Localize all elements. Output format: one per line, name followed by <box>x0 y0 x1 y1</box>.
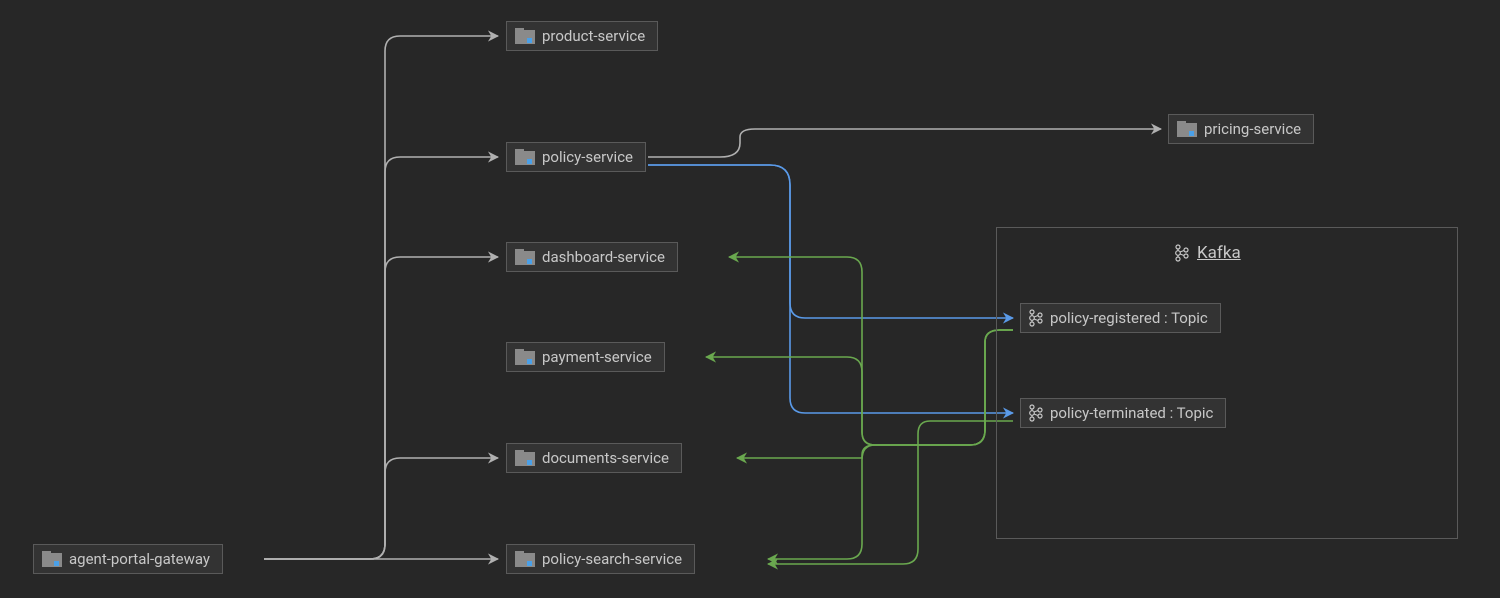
node-label: pricing-service <box>1204 120 1301 138</box>
edge-registered-dashboard <box>729 257 1013 445</box>
kafka-title-label: Kafka <box>1197 243 1241 263</box>
node-label: product-service <box>542 27 645 45</box>
edge-gateway-dashboard <box>264 257 498 559</box>
edge-registered-payment <box>706 330 1013 445</box>
folder-icon <box>515 149 535 165</box>
node-label: agent-portal-gateway <box>69 550 210 568</box>
folder-icon <box>42 551 62 567</box>
folder-icon <box>515 28 535 44</box>
edge-gateway-documents <box>264 458 498 559</box>
node-policy-registered-topic[interactable]: policy-registered : Topic <box>1020 303 1221 333</box>
node-label: policy-search-service <box>542 550 682 568</box>
node-label: policy-terminated : Topic <box>1050 404 1213 422</box>
kafka-container <box>996 227 1458 539</box>
node-label: policy-service <box>542 148 633 166</box>
node-label: dashboard-service <box>542 248 665 266</box>
folder-icon <box>515 349 535 365</box>
folder-icon <box>515 249 535 265</box>
node-pricing-service[interactable]: pricing-service <box>1168 114 1314 144</box>
folder-icon <box>1177 121 1197 137</box>
node-documents-service[interactable]: documents-service <box>506 443 682 473</box>
edge-registered-policysearch <box>768 330 1013 559</box>
edge-policy-terminated <box>648 165 1013 413</box>
node-policy-service[interactable]: policy-service <box>506 142 646 172</box>
kafka-title[interactable]: Kafka <box>1175 243 1241 263</box>
kafka-icon <box>1175 244 1189 262</box>
edge-policy-pricing <box>648 129 1161 157</box>
node-payment-service[interactable]: payment-service <box>506 342 665 372</box>
edge-gateway-policy <box>264 157 498 559</box>
node-policy-search-service[interactable]: policy-search-service <box>506 544 695 574</box>
folder-icon <box>515 450 535 466</box>
edge-gateway-product <box>264 36 498 559</box>
node-dashboard-service[interactable]: dashboard-service <box>506 242 678 272</box>
node-label: payment-service <box>542 348 652 366</box>
node-agent-portal-gateway[interactable]: agent-portal-gateway <box>33 544 223 574</box>
edge-registered-documents <box>737 330 1013 458</box>
node-label: policy-registered : Topic <box>1050 309 1208 327</box>
kafka-icon <box>1029 404 1043 422</box>
node-product-service[interactable]: product-service <box>506 21 658 51</box>
kafka-icon <box>1029 309 1043 327</box>
node-label: documents-service <box>542 449 669 467</box>
folder-icon <box>515 551 535 567</box>
edge-policy-registered <box>648 165 1013 318</box>
node-policy-terminated-topic[interactable]: policy-terminated : Topic <box>1020 398 1226 428</box>
edge-terminated-policysearch <box>768 421 1013 564</box>
